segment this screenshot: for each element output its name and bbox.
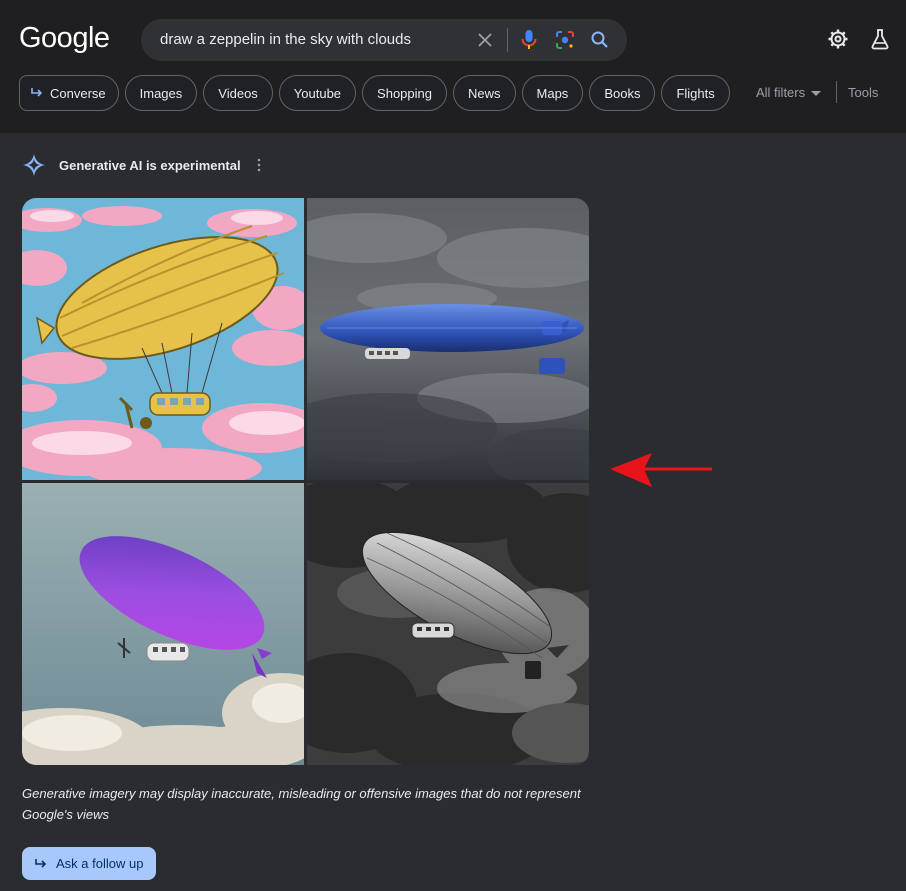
- search-chips: Converse Images Videos Youtube Shopping …: [19, 75, 730, 111]
- search-input[interactable]: draw a zeppelin in the sky with clouds: [160, 31, 411, 48]
- tools-button[interactable]: Tools: [848, 85, 878, 100]
- google-logo[interactable]: Google: [19, 22, 110, 55]
- chip-label: Shopping: [377, 85, 432, 101]
- settings-icon[interactable]: [826, 27, 850, 51]
- chip-flights[interactable]: Flights: [661, 75, 730, 111]
- clear-icon[interactable]: [473, 28, 497, 52]
- generated-image-1[interactable]: [22, 198, 304, 480]
- chip-maps[interactable]: Maps: [521, 75, 584, 111]
- chip-label: Videos: [218, 85, 258, 101]
- generated-image-4[interactable]: [307, 483, 589, 765]
- chip-label: Converse: [50, 85, 106, 101]
- chip-converse[interactable]: Converse: [19, 75, 119, 111]
- search-box[interactable]: draw a zeppelin in the sky with clouds: [141, 19, 627, 61]
- chip-label: Maps: [536, 85, 569, 101]
- more-options-icon[interactable]: [257, 158, 261, 172]
- chip-label: Youtube: [293, 85, 342, 101]
- ai-header: Generative AI is experimental: [22, 153, 261, 177]
- chip-news[interactable]: News: [453, 75, 516, 111]
- search-icon[interactable]: [588, 28, 612, 52]
- lens-icon[interactable]: [553, 28, 577, 52]
- chip-label: Books: [604, 85, 641, 101]
- follow-up-arrow-icon: [30, 87, 44, 99]
- ai-disclaimer: Generative imagery may display inaccurat…: [22, 786, 581, 822]
- all-filters-button[interactable]: All filters: [756, 85, 822, 100]
- chip-label: News: [468, 85, 501, 101]
- follow-up-label: Ask a follow up: [56, 856, 144, 871]
- chip-label: Images: [139, 85, 183, 101]
- chip-images[interactable]: Images: [124, 75, 198, 111]
- follow-up-arrow-icon: [34, 858, 48, 870]
- chip-shopping[interactable]: Shopping: [362, 75, 447, 111]
- ai-title: Generative AI is experimental: [59, 157, 241, 173]
- labs-flask-icon[interactable]: [868, 27, 892, 51]
- chip-books[interactable]: Books: [589, 75, 656, 111]
- all-filters-label: All filters: [756, 85, 806, 100]
- ask-follow-up-button[interactable]: Ask a follow up: [22, 847, 156, 880]
- chip-label: Flights: [676, 85, 715, 101]
- header: Google draw a zeppelin in the sky with c…: [0, 0, 906, 133]
- dropdown-caret-icon: [811, 85, 822, 100]
- search-divider: [507, 28, 508, 52]
- generated-image-2[interactable]: [307, 198, 589, 480]
- ai-sparkle-icon: [22, 153, 46, 177]
- generated-image-3[interactable]: [22, 483, 304, 765]
- chip-youtube[interactable]: Youtube: [278, 75, 357, 111]
- annotation-arrow: [610, 453, 712, 487]
- generated-image-grid: [22, 198, 589, 765]
- mic-icon[interactable]: [517, 28, 541, 52]
- tools-divider: [836, 81, 837, 103]
- chip-videos[interactable]: Videos: [203, 75, 273, 111]
- ai-results-panel: Generative AI is experimental Generative…: [0, 133, 906, 891]
